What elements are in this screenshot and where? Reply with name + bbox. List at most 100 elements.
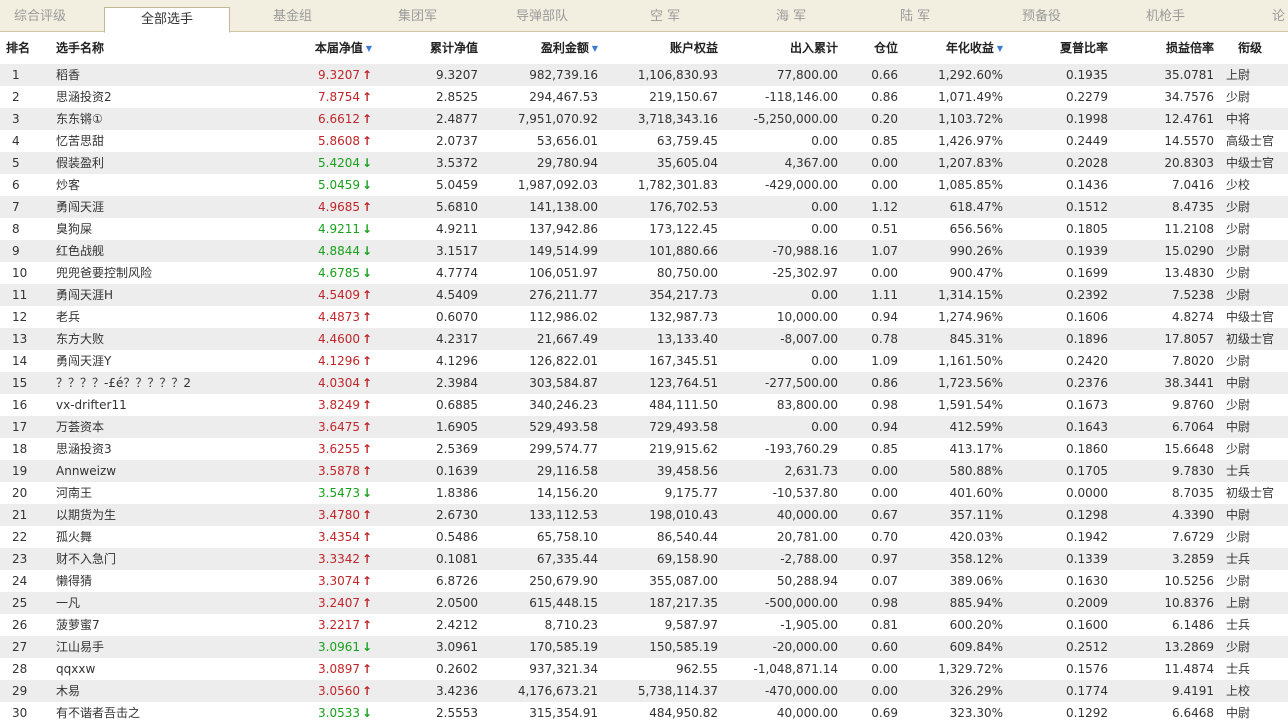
table-row[interactable]: 10 兜兜爸要控制风险 4.7774 106,051.97 80,750.00 -25,3… (0, 262, 1288, 284)
table-row[interactable]: 18 思涵投资3 2.5369 299,574.77 219,915.62 -193,76… (0, 438, 1288, 460)
header-plr[interactable]: 损益倍率 (1130, 33, 1214, 63)
cell-annual: 609.84% (949, 640, 1003, 654)
header-title[interactable]: 衔级 (1238, 33, 1262, 63)
table-row[interactable]: 24 懒得猜 6.8726 250,679.90 355,087.00 50,288.94… (0, 570, 1288, 592)
header-equity[interactable]: 账户权益 (620, 33, 718, 63)
table-row[interactable]: 20 河南王 1.8386 14,156.20 9,175.77 -10,537.80 0.… (0, 482, 1288, 504)
cell-name[interactable]: 孤火舞 (56, 526, 286, 548)
cell-name[interactable]: 一凡 (56, 592, 286, 614)
cell-name[interactable]: 菠萝蜜7 (56, 614, 286, 636)
cell-name[interactable]: 勇闯天涯H (56, 284, 286, 306)
cell-title: 中级士官 (1226, 310, 1275, 324)
cell-name[interactable]: 思涵投资3 (56, 438, 286, 460)
cell-equity: 173,122.45 (649, 222, 718, 236)
header-nav[interactable]: 本届净值 ▼ (300, 33, 372, 63)
cell-cum: 4.7774 (436, 266, 478, 280)
cell-annual: 600.20% (949, 618, 1003, 632)
cell-equity: 355,087.00 (649, 574, 718, 588)
table-row[interactable]: 21 以期货为生 2.6730 133,112.53 198,010.43 40,000.… (0, 504, 1288, 526)
tab-9[interactable]: 机枪手 (1146, 0, 1185, 32)
cell-annual: 1,161.50% (938, 354, 1003, 368)
table-row[interactable]: 23 财不入急门 0.1081 67,335.44 69,158.90 -2,788.00… (0, 548, 1288, 570)
tab-1[interactable]: 全部选手 (104, 7, 230, 33)
header-profit[interactable]: 盈利金额 ▼ (500, 33, 598, 63)
cell-profit: 615,448.15 (529, 596, 598, 610)
cell-name[interactable]: vx-drifter11 (56, 394, 286, 416)
tab-2[interactable]: 基金组 (273, 0, 312, 32)
cell-sharpe: 0.1705 (1066, 464, 1108, 478)
cell-name[interactable]: 以期货为生 (56, 504, 286, 526)
header-position[interactable]: 仓位 (860, 33, 898, 63)
table-row[interactable]: 22 孤火舞 0.5486 65,758.10 86,540.44 20,781.00 0.… (0, 526, 1288, 548)
table-row[interactable]: 6 炒客 5.0459 1,987,092.03 1,782,301.83 -429,00… (0, 174, 1288, 196)
table-row[interactable]: 19 Annweizw 0.1639 29,116.58 39,458.56 2,631.… (0, 460, 1288, 482)
header-cum[interactable]: 累计净值 (400, 33, 478, 63)
nav-value: 3.3342 (318, 552, 360, 566)
header-annual[interactable]: 年化收益 ▼ (920, 33, 1003, 63)
tab-8[interactable]: 预备役 (1022, 0, 1061, 32)
cell-name[interactable]: 东方大败 (56, 328, 286, 350)
cell-name[interactable]: 河南王 (56, 482, 286, 504)
cell-name[interactable]: 财不入急门 (56, 548, 286, 570)
tab-3[interactable]: 集团军 (398, 0, 437, 32)
header-rank[interactable]: 排名 (6, 33, 30, 63)
table-row[interactable]: 11 勇闯天涯H 4.5409 276,211.77 354,217.73 0.00 1.1… (0, 284, 1288, 306)
table-row[interactable]: 30 有不谐者吾击之 2.5553 315,354.91 484,950.82 40,00… (0, 702, 1288, 724)
cell-name[interactable]: 勇闯天涯 (56, 196, 286, 218)
cell-title: 少尉 (1226, 398, 1251, 412)
cell-name[interactable]: 臭狗屎 (56, 218, 286, 240)
cell-name[interactable]: 懒得猜 (56, 570, 286, 592)
tab-4[interactable]: 导弹部队 (516, 0, 568, 32)
header-name[interactable]: 选手名称 (56, 33, 104, 63)
cell-name[interactable]: 勇闯天涯Y (56, 350, 286, 372)
tab-10[interactable]: 论 (1272, 0, 1285, 32)
nav-value: 9.3207 (318, 68, 360, 82)
cell-name[interactable]: 假装盈利 (56, 152, 286, 174)
cell-name[interactable]: 炒客 (56, 174, 286, 196)
cell-profit: 8,710.23 (544, 618, 598, 632)
table-row[interactable]: 29 木易 3.4236 4,176,673.21 5,738,114.37 -470,0… (0, 680, 1288, 702)
cell-name[interactable]: 稻香 (56, 64, 286, 86)
table-row[interactable]: 8 臭狗屎 4.9211 137,942.86 173,122.45 0.00 0.51 65… (0, 218, 1288, 240)
tab-7[interactable]: 陆 军 (900, 0, 930, 32)
cell-name[interactable]: qqxxw (56, 658, 286, 680)
table-row[interactable]: 12 老兵 0.6070 112,986.02 132,987.73 10,000.00 0… (0, 306, 1288, 328)
table-row[interactable]: 25 一凡 2.0500 615,448.15 187,217.35 -500,000.0… (0, 592, 1288, 614)
cell-name[interactable]: 江山易手 (56, 636, 286, 658)
table-row[interactable]: 1 稻香 9.3207 982,739.16 1,106,830.93 77,800.00… (0, 64, 1288, 86)
cell-name[interactable]: 木易 (56, 680, 286, 702)
table-row[interactable]: 5 假装盈利 3.5372 29,780.94 35,605.04 4,367.00 0.0… (0, 152, 1288, 174)
table-row[interactable]: 9 红色战舰 3.1517 149,514.99 101,880.66 -70,988.1… (0, 240, 1288, 262)
cell-title: 士兵 (1226, 464, 1251, 478)
table-row[interactable]: 28 qqxxw 0.2602 937,321.34 962.55 -1,048,871.… (0, 658, 1288, 680)
table-row[interactable]: 4 忆苦思甜 2.0737 53,656.01 63,759.45 0.00 0.85 1,4… (0, 130, 1288, 152)
cell-position: 1.12 (871, 200, 898, 214)
cell-name[interactable]: ？？？？-£é？？？？？2 (56, 372, 286, 394)
tab-6[interactable]: 海 军 (776, 0, 806, 32)
cell-name[interactable]: Annweizw (56, 460, 286, 482)
header-inout[interactable]: 出入累计 (740, 33, 838, 63)
table-row[interactable]: 16 vx-drifter11 0.6885 340,246.23 484,111.50… (0, 394, 1288, 416)
cell-name[interactable]: 东东锵① (56, 108, 286, 130)
table-row[interactable]: 15 ？？？？-£é？？？？？2 2.3984 303,584.87 123,764.5… (0, 372, 1288, 394)
tab-5[interactable]: 空 军 (650, 0, 680, 32)
table-row[interactable]: 26 菠萝蜜7 2.4212 8,710.23 9,587.97 -1,905.00 0.8… (0, 614, 1288, 636)
table-row[interactable]: 13 东方大败 4.2317 21,667.49 13,133.40 -8,007.00 0… (0, 328, 1288, 350)
tab-0[interactable]: 综合评级 (14, 0, 66, 32)
nav-value: 3.6255 (318, 442, 360, 456)
table-row[interactable]: 2 思涵投资2 2.8525 294,467.53 219,150.67 -118,146… (0, 86, 1288, 108)
cell-name[interactable]: 老兵 (56, 306, 286, 328)
cell-name[interactable]: 兜兜爸要控制风险 (56, 262, 286, 284)
cell-name[interactable]: 万荟资本 (56, 416, 286, 438)
cell-name[interactable]: 有不谐者吾击之 (56, 702, 286, 724)
table-row[interactable]: 17 万荟资本 1.6905 529,493.58 729,493.58 0.00 0.94… (0, 416, 1288, 438)
cell-name[interactable]: 红色战舰 (56, 240, 286, 262)
table-row[interactable]: 27 江山易手 3.0961 170,585.19 150,585.19 -20,000.… (0, 636, 1288, 658)
header-sharpe[interactable]: 夏普比率 (1040, 33, 1108, 63)
cell-name[interactable]: 思涵投资2 (56, 86, 286, 108)
table-row[interactable]: 14 勇闯天涯Y 4.1296 126,822.01 167,345.51 0.00 1.0… (0, 350, 1288, 372)
table-row[interactable]: 7 勇闯天涯 5.6810 141,138.00 176,702.53 0.00 1.12 6… (0, 196, 1288, 218)
cell-title: 少尉 (1226, 222, 1251, 236)
table-row[interactable]: 3 东东锵① 2.4877 7,951,070.92 3,718,343.16 -5,25… (0, 108, 1288, 130)
cell-name[interactable]: 忆苦思甜 (56, 130, 286, 152)
